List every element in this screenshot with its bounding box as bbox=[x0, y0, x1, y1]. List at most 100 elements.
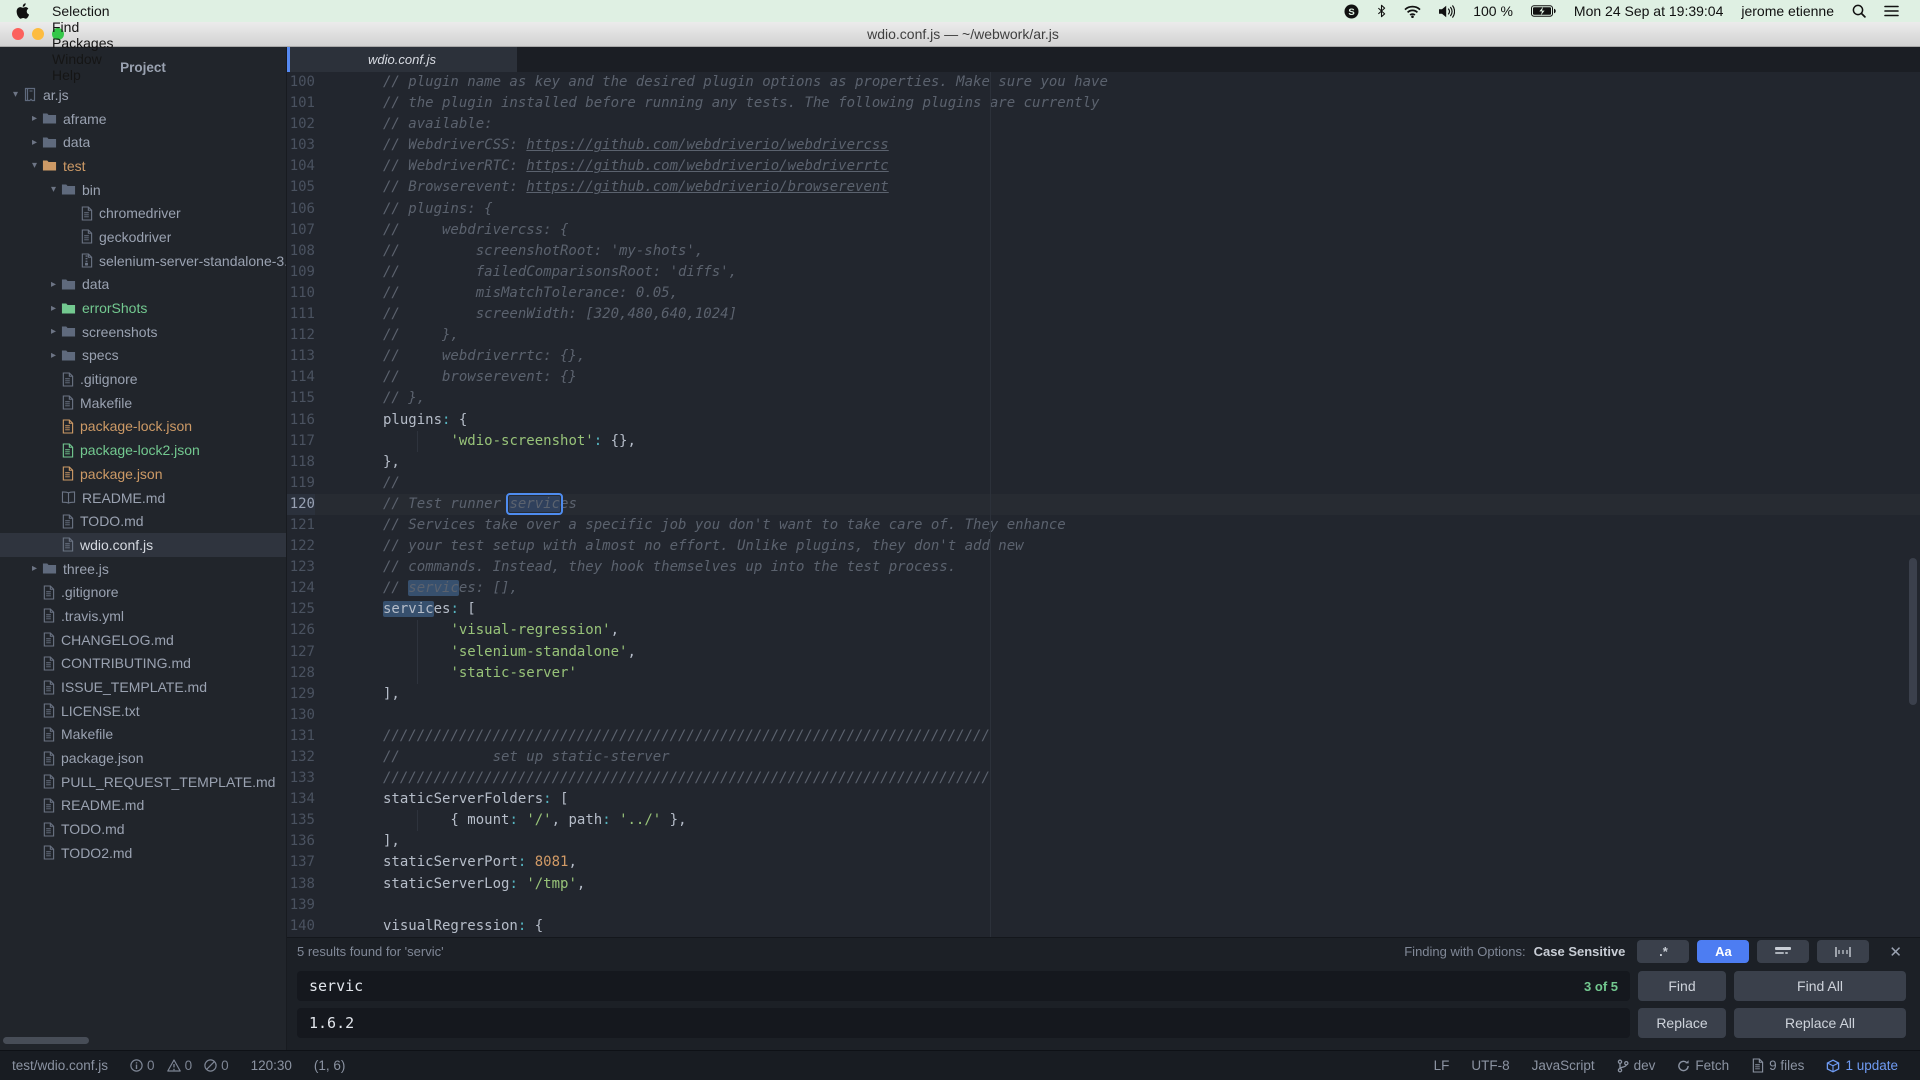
battery-icon[interactable] bbox=[1522, 0, 1565, 22]
tree-item--gitignore[interactable]: .gitignore bbox=[0, 367, 286, 391]
menu-packages[interactable]: Packages bbox=[41, 35, 124, 51]
case-sensitive-option-button[interactable]: Aa bbox=[1697, 940, 1749, 963]
code-line-125[interactable]: 125services: [ bbox=[287, 599, 1920, 620]
code-line-126[interactable]: 126 'visual-regression', bbox=[287, 620, 1920, 641]
find-all-button[interactable]: Find All bbox=[1734, 971, 1906, 1001]
menu-window[interactable]: Window bbox=[41, 51, 124, 67]
code-line-140[interactable]: 140visualRegression: { bbox=[287, 916, 1920, 937]
editor-vertical-scrollbar[interactable] bbox=[1909, 558, 1917, 705]
chevron-right-icon[interactable]: ▸ bbox=[46, 279, 61, 290]
code-line-102[interactable]: 102// available: bbox=[287, 114, 1920, 135]
code-line-105[interactable]: 105// Browserevent: https://github.com/w… bbox=[287, 177, 1920, 198]
tree-item-selenium-server-standalone-3-0-1-ja[interactable]: selenium-server-standalone-3.0.1.ja bbox=[0, 249, 286, 273]
code-line-139[interactable]: 139 bbox=[287, 895, 1920, 916]
close-window-button[interactable] bbox=[12, 28, 24, 40]
code-line-127[interactable]: 127 'selenium-standalone', bbox=[287, 642, 1920, 663]
tree-item-bin[interactable]: ▾bin bbox=[0, 178, 286, 202]
code-line-115[interactable]: 115// }, bbox=[287, 388, 1920, 409]
wifi-icon[interactable] bbox=[1395, 0, 1430, 22]
tree-item-chromedriver[interactable]: chromedriver bbox=[0, 201, 286, 225]
status-lf[interactable]: LF bbox=[1434, 1058, 1450, 1073]
status-dev[interactable]: dev bbox=[1617, 1058, 1656, 1073]
replace-input[interactable]: 1.6.2 bbox=[297, 1008, 1630, 1038]
tree-item-package-lock-json[interactable]: package-lock.json bbox=[0, 415, 286, 439]
tree-item-makefile[interactable]: Makefile bbox=[0, 391, 286, 415]
menubar-status-text[interactable]: 100 % bbox=[1464, 0, 1522, 22]
error-count[interactable]: 0 bbox=[204, 1058, 229, 1073]
chevron-right-icon[interactable]: ▸ bbox=[46, 303, 61, 314]
find-search-input[interactable]: servic 3 of 5 bbox=[297, 971, 1630, 1001]
chevron-down-icon[interactable]: ▾ bbox=[8, 89, 23, 100]
code-line-124[interactable]: 124// services: [], bbox=[287, 578, 1920, 599]
current-file-path[interactable]: test/wdio.conf.js bbox=[12, 1058, 108, 1073]
code-line-121[interactable]: 121// Services take over a specific job … bbox=[287, 515, 1920, 536]
tree-item-specs[interactable]: ▸specs bbox=[0, 344, 286, 368]
tree-item-package-json[interactable]: package.json bbox=[0, 746, 286, 770]
chevron-right-icon[interactable]: ▸ bbox=[27, 563, 42, 574]
code-line-120[interactable]: 120// Test runner services bbox=[287, 494, 1920, 515]
tree-item-readme-md[interactable]: README.md bbox=[0, 794, 286, 818]
replace-button[interactable]: Replace bbox=[1638, 1008, 1726, 1038]
code-line-122[interactable]: 122// your test setup with almost no eff… bbox=[287, 536, 1920, 557]
code-line-135[interactable]: 135 { mount: '/', path: '../' }, bbox=[287, 810, 1920, 831]
warning-count[interactable]: 0 bbox=[167, 1058, 193, 1073]
code-line-137[interactable]: 137staticServerPort: 8081, bbox=[287, 852, 1920, 873]
tree-item-contributing-md[interactable]: CONTRIBUTING.md bbox=[0, 652, 286, 676]
menubar-status-text[interactable]: jerome etienne bbox=[1732, 0, 1843, 22]
tree-item-aframe[interactable]: ▸aframe bbox=[0, 107, 286, 131]
code-line-117[interactable]: 117 'wdio-screenshot': {}, bbox=[287, 431, 1920, 452]
code-line-138[interactable]: 138staticServerLog: '/tmp', bbox=[287, 874, 1920, 895]
code-line-103[interactable]: 103// WebdriverCSS: https://github.com/w… bbox=[287, 135, 1920, 156]
code-line-113[interactable]: 113// webdriverrtc: {}, bbox=[287, 346, 1920, 367]
tree-item--travis-yml[interactable]: .travis.yml bbox=[0, 604, 286, 628]
code-line-112[interactable]: 112// }, bbox=[287, 325, 1920, 346]
bluetooth-icon[interactable] bbox=[1368, 0, 1395, 22]
tree-item-license-txt[interactable]: LICENSE.txt bbox=[0, 699, 286, 723]
tree-item-geckodriver[interactable]: geckodriver bbox=[0, 225, 286, 249]
skype-icon[interactable]: S bbox=[1335, 0, 1368, 22]
code-line-132[interactable]: 132// set up static-sterver bbox=[287, 747, 1920, 768]
code-line-106[interactable]: 106// plugins: { bbox=[287, 199, 1920, 220]
only-in-selection-option-button[interactable] bbox=[1757, 940, 1809, 963]
info-circle-count[interactable]: 0 bbox=[130, 1058, 155, 1073]
status-javascript[interactable]: JavaScript bbox=[1532, 1058, 1595, 1073]
code-line-108[interactable]: 108// screenshotRoot: 'my-shots', bbox=[287, 241, 1920, 262]
menubar-status-text[interactable]: Mon 24 Sep at 19:39:04 bbox=[1565, 0, 1732, 22]
status-fetch[interactable]: Fetch bbox=[1677, 1058, 1729, 1073]
tree-horizontal-scrollbar[interactable] bbox=[3, 1037, 89, 1044]
code-line-116[interactable]: 116plugins: { bbox=[287, 410, 1920, 431]
tree-item-test[interactable]: ▾test bbox=[0, 154, 286, 178]
code-line-109[interactable]: 109// failedComparisonsRoot: 'diffs', bbox=[287, 262, 1920, 283]
code-editor[interactable]: 100// plugin name as key and the desired… bbox=[287, 72, 1920, 937]
status-utf-8[interactable]: UTF-8 bbox=[1471, 1058, 1509, 1073]
chevron-right-icon[interactable]: ▸ bbox=[46, 350, 61, 361]
tree-item-package-lock2-json[interactable]: package-lock2.json bbox=[0, 438, 286, 462]
code-line-100[interactable]: 100// plugin name as key and the desired… bbox=[287, 72, 1920, 93]
tree-item-pull-request-template-md[interactable]: PULL_REQUEST_TEMPLATE.md bbox=[0, 770, 286, 794]
tree-item-package-json[interactable]: package.json bbox=[0, 462, 286, 486]
status-9-files[interactable]: 9 files bbox=[1751, 1058, 1804, 1073]
code-line-118[interactable]: 118}, bbox=[287, 452, 1920, 473]
menu-help[interactable]: Help bbox=[41, 67, 124, 83]
menu-selection[interactable]: Selection bbox=[41, 3, 124, 19]
tree-item-data[interactable]: ▸data bbox=[0, 273, 286, 297]
diagnostics-summary[interactable]: 000 bbox=[130, 1058, 229, 1073]
code-line-136[interactable]: 136], bbox=[287, 831, 1920, 852]
status-1-update[interactable]: 1 update bbox=[1826, 1058, 1898, 1073]
notification-list-icon[interactable] bbox=[1875, 0, 1908, 22]
code-line-130[interactable]: 130 bbox=[287, 705, 1920, 726]
code-line-129[interactable]: 129], bbox=[287, 684, 1920, 705]
find-button[interactable]: Find bbox=[1638, 971, 1726, 1001]
code-line-110[interactable]: 110// misMatchTolerance: 0.05, bbox=[287, 283, 1920, 304]
tree-item-todo-md[interactable]: TODO.md bbox=[0, 817, 286, 841]
tab-wdio-conf-js[interactable]: wdio.conf.js bbox=[287, 47, 517, 72]
code-line-131[interactable]: 131/////////////////////////////////////… bbox=[287, 726, 1920, 747]
tree-item--gitignore[interactable]: .gitignore bbox=[0, 580, 286, 604]
tree-item-screenshots[interactable]: ▸screenshots bbox=[0, 320, 286, 344]
chevron-down-icon[interactable]: ▾ bbox=[46, 184, 61, 195]
tree-item-ar-js[interactable]: ▾ar.js bbox=[0, 83, 286, 107]
chevron-right-icon[interactable]: ▸ bbox=[46, 326, 61, 337]
code-line-104[interactable]: 104// WebdriverRTC: https://github.com/w… bbox=[287, 156, 1920, 177]
tree-item-errorshots[interactable]: ▸errorShots bbox=[0, 296, 286, 320]
tree-item-todo2-md[interactable]: TODO2.md bbox=[0, 841, 286, 865]
